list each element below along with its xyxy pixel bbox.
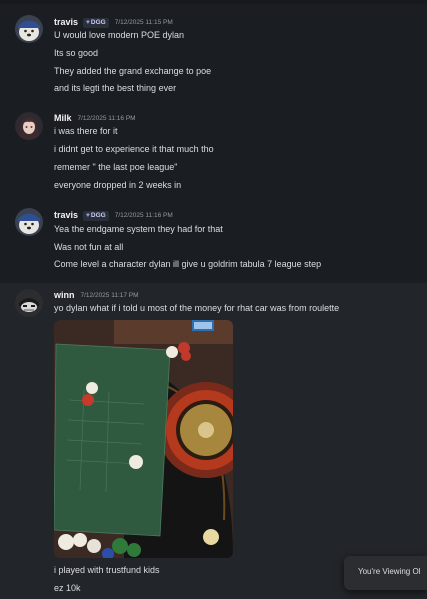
timestamp: 7/12/2025 11:15 PM [114, 19, 173, 26]
message-line: rememer " the last poe league" [54, 162, 178, 172]
message-milk: Milk 7/12/2025 11:16 PM i was there for i… [0, 106, 427, 196]
timestamp: 7/12/2025 11:16 PM [77, 115, 136, 122]
avatar[interactable] [15, 208, 43, 236]
username[interactable]: Milk [54, 113, 72, 123]
top-divider [0, 0, 427, 4]
roulette-table-image [54, 320, 233, 558]
avatar[interactable] [15, 15, 43, 43]
heart-icon: ♥ [86, 19, 90, 26]
message-line: Come level a character dylan ill give u … [54, 259, 322, 269]
skull-mask-avatar-icon [15, 289, 43, 317]
message-line: i played with trustfund kids [54, 565, 160, 575]
username[interactable]: winn [54, 290, 75, 300]
image-attachment[interactable] [54, 320, 233, 558]
clan-tag-badge[interactable]: ♥DGG [83, 211, 109, 221]
clan-tag-label: DGG [90, 19, 106, 26]
message-line: They added the grand exchange to poe [54, 66, 212, 76]
dog-avatar-icon [15, 208, 43, 236]
toast-text: You're Viewing Ol [358, 567, 421, 576]
avatar[interactable] [15, 289, 43, 317]
message-line: everyone dropped in 2 weeks in [54, 180, 182, 190]
avatar[interactable] [15, 112, 43, 140]
username[interactable]: travis [54, 17, 78, 27]
viewing-toast[interactable]: You're Viewing Ol [344, 556, 427, 590]
message-line: U would love modern POE dylan [54, 30, 185, 40]
heart-icon: ♥ [86, 212, 90, 219]
message-line: i was there for it [54, 126, 118, 136]
message-travis-1: travis ♥DGG 7/12/2025 11:15 PM U would lov… [0, 8, 427, 100]
timestamp: 7/12/2025 11:16 PM [114, 212, 173, 219]
timestamp: 7/12/2025 11:17 PM [80, 292, 139, 299]
clan-tag-badge[interactable]: ♥DGG [83, 18, 109, 28]
username[interactable]: travis [54, 210, 78, 220]
message-line: ez 10k [54, 583, 81, 593]
message-line: and its legti the best thing ever [54, 83, 177, 93]
message-line: i didnt get to experience it that much t… [54, 144, 214, 154]
anime-avatar-icon [15, 112, 43, 140]
message-travis-2: travis ♥DGG 7/12/2025 11:16 PM Yea the end… [0, 202, 427, 278]
message-line: Yea the endgame system they had for that [54, 224, 223, 234]
message-line: Its so good [54, 48, 99, 58]
message-line: Was not fun at all [54, 242, 124, 252]
dog-avatar-icon [15, 15, 43, 43]
message-line: yo dylan what if i told u most of the mo… [54, 303, 340, 313]
clan-tag-label: DGG [90, 212, 106, 219]
